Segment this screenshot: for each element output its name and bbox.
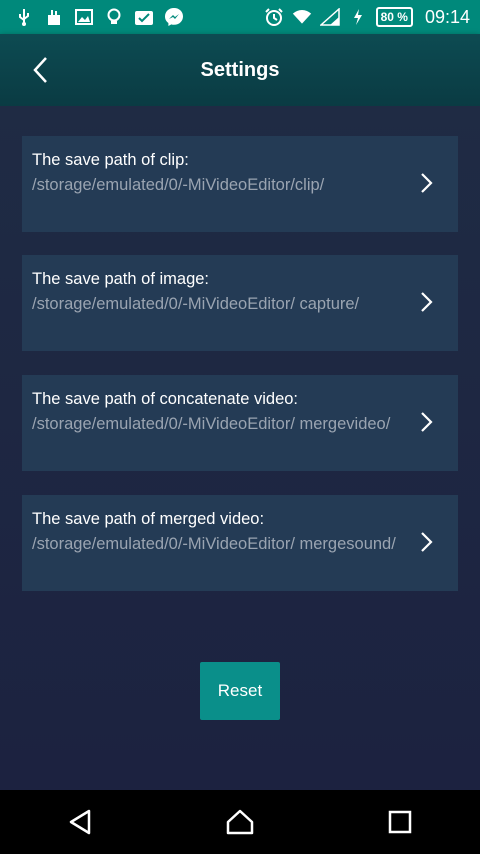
- photo-check-icon: [134, 7, 154, 27]
- setting-item-clip-path[interactable]: The save path of clip: /storage/emulated…: [22, 136, 458, 232]
- setting-item-title: The save path of merged video:: [32, 510, 265, 528]
- app-bar: Settings: [0, 34, 480, 106]
- status-left-icons: [0, 7, 184, 27]
- setting-item-path: /storage/emulated/0/-MiVideoEditor/clip/: [32, 176, 325, 194]
- status-right-icons: 80 % 09:14: [264, 7, 480, 28]
- messenger-icon: [164, 7, 184, 27]
- bulb-icon: [104, 7, 124, 27]
- nav-back-button[interactable]: [60, 802, 100, 842]
- setting-item-path: /storage/emulated/0/-MiVideoEditor/ merg…: [32, 535, 396, 553]
- settings-content: The save path of clip: /storage/emulated…: [0, 106, 480, 790]
- nav-home-button[interactable]: [220, 802, 260, 842]
- page-title: Settings: [200, 58, 280, 81]
- cleaner-icon: [44, 7, 64, 27]
- navigation-bar: [0, 790, 480, 854]
- home-icon: [226, 809, 254, 835]
- status-time: 09:14: [424, 6, 470, 27]
- setting-item-path: /storage/emulated/0/-MiVideoEditor/ merg…: [32, 415, 391, 433]
- reset-button[interactable]: Reset: [200, 662, 280, 720]
- setting-item-path: /storage/emulated/0/-MiVideoEditor/ capt…: [32, 295, 360, 313]
- setting-item-title: The save path of clip:: [32, 151, 189, 169]
- chevron-right-icon: [421, 412, 433, 432]
- charging-icon: [348, 7, 368, 27]
- setting-item-title: The save path of concatenate video:: [32, 390, 299, 408]
- chevron-right-icon: [421, 292, 433, 312]
- image-icon: [74, 7, 94, 27]
- setting-item-title: The save path of image:: [32, 270, 210, 288]
- chevron-right-icon: [421, 532, 433, 552]
- usb-icon: [14, 7, 34, 27]
- battery-level: 80 %: [375, 7, 413, 27]
- nav-recents-button[interactable]: [380, 802, 420, 842]
- alarm-icon: [264, 7, 284, 27]
- recents-icon: [388, 810, 412, 834]
- wifi-icon: [292, 7, 312, 27]
- chevron-right-icon: [421, 173, 433, 193]
- chevron-left-icon: [33, 57, 47, 83]
- setting-item-concatenate-video-path[interactable]: The save path of concatenate video: /sto…: [22, 375, 458, 471]
- setting-item-image-path[interactable]: The save path of image: /storage/emulate…: [22, 255, 458, 351]
- back-triangle-icon: [69, 809, 91, 835]
- back-button[interactable]: [22, 52, 58, 88]
- status-bar: 80 % 09:14: [0, 0, 480, 34]
- setting-item-merged-video-path[interactable]: The save path of merged video: /storage/…: [22, 495, 458, 591]
- signal-icon: [319, 7, 340, 27]
